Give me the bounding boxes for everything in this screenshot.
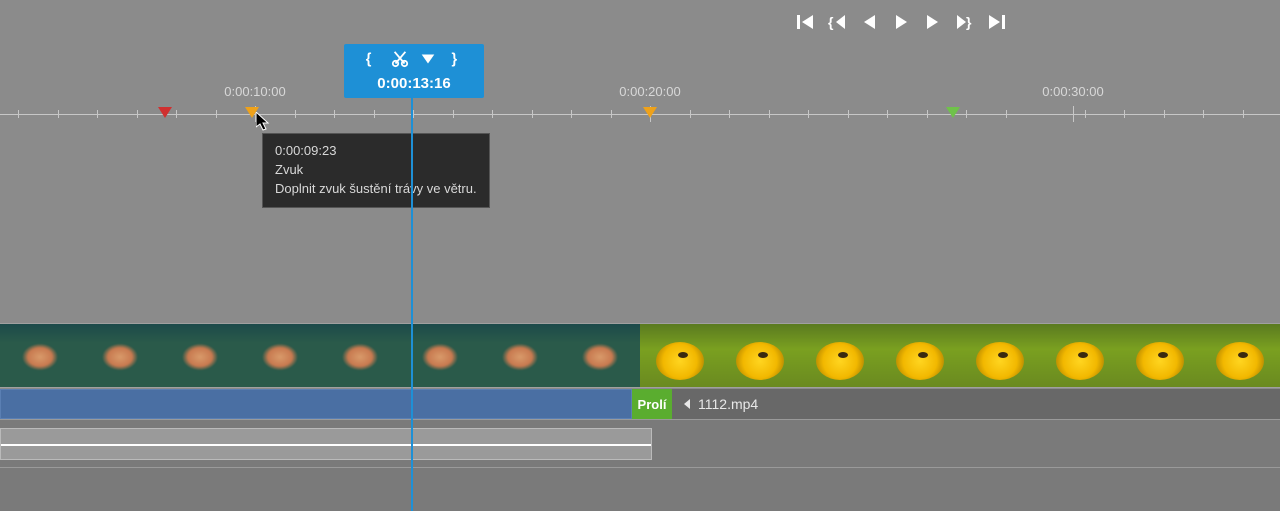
tooltip-note: Doplnit zvuk šustění trávy ve větru. (275, 180, 477, 199)
go-to-start-button[interactable] (795, 12, 815, 35)
clip-thumbnail (0, 324, 80, 387)
tooltip-title: Zvuk (275, 161, 477, 180)
svg-text:{: { (828, 14, 834, 30)
audio-track[interactable] (0, 419, 1280, 467)
set-out-icon[interactable]: } (447, 50, 465, 71)
transport-controls: { } (795, 12, 1007, 35)
empty-track[interactable] (0, 467, 1280, 511)
clip-b-name: 1112.mp4 (698, 396, 758, 412)
play-button[interactable] (891, 12, 911, 35)
svg-text:}: } (966, 14, 972, 30)
audio-clip[interactable] (0, 428, 652, 460)
video-track[interactable] (0, 323, 1280, 388)
clip-thumbnail (800, 324, 880, 387)
next-frame-button[interactable] (923, 12, 943, 35)
clip-thumbnail (560, 324, 640, 387)
audio-waveform (1, 444, 651, 446)
clip-thumbnail (160, 324, 240, 387)
clip-thumbnail (880, 324, 960, 387)
playhead-menu-icon[interactable] (419, 50, 437, 71)
clip-thumbnail (640, 324, 720, 387)
next-keyframe-button[interactable]: } (955, 12, 975, 35)
clip-thumbnail (320, 324, 400, 387)
marker-tooltip: 0:00:09:23 Zvuk Doplnit zvuk šustění trá… (262, 133, 490, 208)
previous-frame-button[interactable] (859, 12, 879, 35)
clip-thumbnail (1040, 324, 1120, 387)
clip-thumbnail (720, 324, 800, 387)
clip-thumbnail (1120, 324, 1200, 387)
tooltip-time: 0:00:09:23 (275, 142, 477, 161)
svg-text:{: { (366, 52, 372, 68)
clip-thumbnail (960, 324, 1040, 387)
cut-icon[interactable] (391, 50, 409, 71)
playhead-time: 0:00:13:16 (377, 75, 450, 92)
ruler-label: 0:00:30:00 (1042, 84, 1103, 99)
transition-badge[interactable]: Prolí (632, 389, 672, 419)
clip-start-icon (682, 399, 692, 409)
go-to-end-button[interactable] (987, 12, 1007, 35)
svg-text:}: } (452, 52, 458, 68)
ruler-label: 0:00:10:00 (224, 84, 285, 99)
clip-thumbnail (480, 324, 560, 387)
marker-red[interactable] (158, 107, 172, 119)
set-in-icon[interactable]: { (363, 50, 381, 71)
mouse-cursor-icon (256, 112, 272, 135)
clip-b-title-bar[interactable]: 1112.mp4 (672, 389, 1280, 419)
clip-thumbnail (240, 324, 320, 387)
playhead-indicator[interactable]: { } 0:00:13:16 (344, 44, 484, 98)
clip-thumbnail (80, 324, 160, 387)
previous-keyframe-button[interactable]: { (827, 12, 847, 35)
playhead-line[interactable] (411, 44, 413, 511)
clip-thumbnail (1200, 324, 1280, 387)
ruler-label: 0:00:20:00 (619, 84, 680, 99)
timeline-ruler[interactable]: 0:00:10:00 0:00:20:00 0:00:30:00 (0, 80, 1280, 120)
marker-green[interactable] (946, 107, 960, 119)
clip-a-audio-bar[interactable] (0, 389, 632, 419)
marker-orange-2[interactable] (643, 107, 657, 119)
